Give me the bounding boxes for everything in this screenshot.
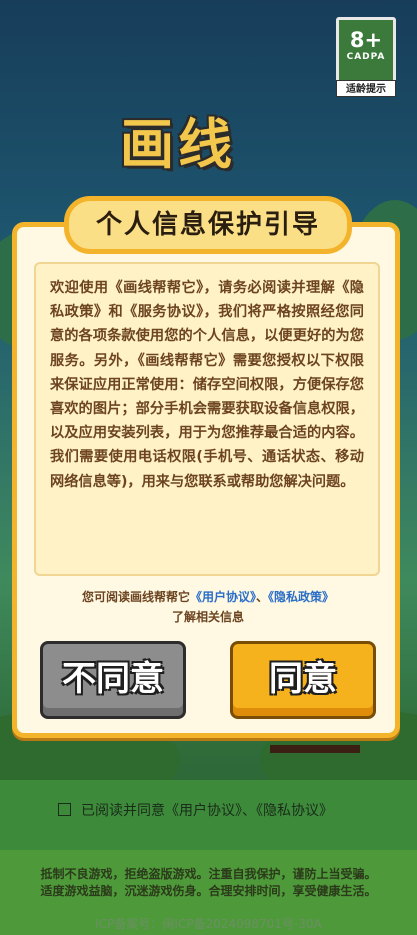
consent-checkbox[interactable] <box>58 803 71 816</box>
game-logo: 画线 <box>120 113 236 176</box>
consent-text: 已阅读并同意《用户协议》、《隐私协议》 <box>81 803 333 819</box>
consent-row[interactable]: 已阅读并同意《用户协议》、《隐私协议》 <box>58 800 398 822</box>
links-separator: 、 <box>256 590 269 604</box>
age-rating-tip: 适龄提示 <box>336 80 396 97</box>
dialog-title: 个人信息保护引导 <box>64 196 352 254</box>
disagree-button[interactable]: 不同意 <box>40 641 186 719</box>
links-line: 您可阅读画线帮帮它《用户协议》、《隐私政策》 <box>14 588 402 605</box>
user-agreement-link[interactable]: 《用户协议》 <box>190 590 256 604</box>
age-rating-value: 8+ <box>349 28 383 52</box>
agree-button[interactable]: 同意 <box>230 641 376 719</box>
links-suffix: 了解相关信息 <box>171 610 244 624</box>
dialog-body: 欢迎使用《画线帮帮它》，请务必阅读并理解《隐私政策》和《服务协议》，我们将严格按… <box>34 262 380 576</box>
age-rating-badge[interactable]: 8+ CADPA 适龄提示 <box>336 17 396 97</box>
health-notice: 抵制不良游戏，拒绝盗版游戏。注重自我保护，谨防上当受骗。 适度游戏益脑，沉迷游戏… <box>0 866 417 900</box>
age-rating-org: CADPA <box>346 52 386 62</box>
privacy-policy-link[interactable]: 《隐私政策》 <box>268 590 334 604</box>
health-notice-line1: 抵制不良游戏，拒绝盗版游戏。注重自我保护，谨防上当受骗。 <box>40 867 377 881</box>
health-notice-line2: 适度游戏益脑，沉迷游戏伤身。合理安排时间，享受健康生活。 <box>40 884 377 898</box>
links-prefix: 您可阅读画线帮帮它 <box>81 590 190 604</box>
icp-number: ICP备案号：闽ICP备2024098701号-30A <box>95 917 322 931</box>
